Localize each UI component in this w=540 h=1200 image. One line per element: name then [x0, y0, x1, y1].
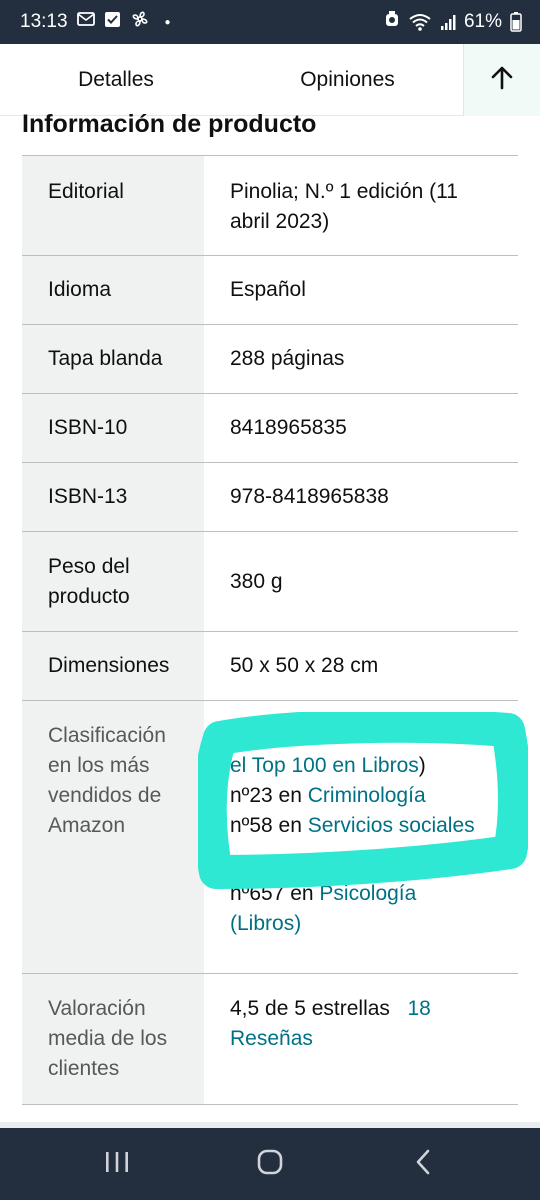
table-row: Valoración media de los clientes 4,5 de … [22, 974, 518, 1105]
top-100-link[interactable]: el Top 100 en Libros [230, 754, 419, 777]
row-label: Editorial [22, 156, 204, 255]
status-time: 13:13 [20, 11, 68, 32]
rank-item: nº23 en Criminología [230, 781, 492, 811]
back-button[interactable] [393, 1134, 453, 1194]
servicios-sociales-link[interactable]: Servicios sociales [308, 814, 475, 837]
rank-prefix: nº23 en [230, 784, 308, 807]
home-icon [257, 1149, 283, 1180]
row-value: 380 g [230, 569, 283, 593]
rating-values: 4,5 de 5 estrellas 18 Reseñas [204, 974, 518, 1104]
recent-apps-icon [104, 1150, 130, 1179]
row-value: Español [230, 278, 306, 301]
row-label: Dimensiones [22, 632, 204, 700]
notification-dot-icon: ● [164, 16, 171, 28]
rank-item: nº657 en Psicología (Libros) [230, 879, 492, 939]
rank-top-suffix: ) [418, 754, 426, 777]
criminologia-link[interactable]: Criminología [308, 784, 426, 807]
row-value: 288 páginas [230, 347, 345, 370]
arrow-up-icon [489, 65, 515, 96]
row-label: Tapa blanda [22, 325, 204, 393]
tab-bar: Detalles Opiniones [0, 44, 540, 116]
row-value: 978-8418965838 [230, 485, 389, 508]
table-row: Tapa blanda 288 páginas [22, 325, 518, 394]
check-icon [104, 11, 121, 34]
rank-prefix: nº657 en [230, 882, 320, 905]
row-value: 8418965835 [230, 416, 347, 439]
table-row: Dimensiones 50 x 50 x 28 cm [22, 632, 518, 701]
rank-prefix: nº58 en [230, 814, 308, 837]
message-icon [76, 11, 95, 33]
row-label: ISBN-10 [22, 394, 204, 462]
table-row: Peso del producto 380 g [22, 532, 518, 632]
rank-spacer [230, 841, 492, 879]
battery-icon [510, 12, 522, 32]
tab-reviews[interactable]: Opiniones [232, 44, 463, 115]
rank-item: nº58 en Servicios sociales [230, 811, 492, 841]
back-to-top-button[interactable] [463, 44, 540, 116]
row-label: Peso del producto [22, 532, 204, 631]
alarm-icon [384, 10, 400, 34]
section-title: Información de producto [22, 110, 317, 138]
table-row: Idioma Español [22, 256, 518, 325]
row-value: Pinolia; N.º 1 edición (11 abril 2023) [230, 180, 458, 233]
wifi-icon [408, 13, 432, 31]
table-row: Editorial Pinolia; N.º 1 edición (11 abr… [22, 156, 518, 256]
ranking-values: el Top 100 en Libros) nº23 en Criminolog… [204, 701, 518, 973]
rating-stars-text: 4,5 de 5 estrellas [230, 997, 390, 1020]
row-value: 50 x 50 x 28 cm [230, 654, 379, 677]
rank-top-line: el Top 100 en Libros) [230, 751, 492, 781]
row-label: Idioma [22, 256, 204, 324]
battery-percentage: 61% [463, 11, 502, 32]
pinwheel-icon [130, 9, 150, 35]
home-button[interactable] [240, 1134, 300, 1194]
table-row: ISBN-13 978-8418965838 [22, 463, 518, 532]
status-bar: 13:13 ● 61% [0, 0, 540, 44]
table-row: Clasificación en los más vendidos de Ama… [22, 701, 518, 974]
signal-icon [440, 13, 456, 31]
row-label: Clasificación en los más vendidos de Ama… [22, 701, 204, 973]
table-row: ISBN-10 8418965835 [22, 394, 518, 463]
recent-apps-button[interactable] [87, 1134, 147, 1194]
navigation-bar [0, 1128, 540, 1200]
back-icon [413, 1149, 433, 1180]
tab-details[interactable]: Detalles [0, 44, 232, 115]
product-info-table: Editorial Pinolia; N.º 1 edición (11 abr… [22, 155, 518, 1105]
row-label: ISBN-13 [22, 463, 204, 531]
row-label: Valoración media de los clientes [22, 974, 204, 1104]
